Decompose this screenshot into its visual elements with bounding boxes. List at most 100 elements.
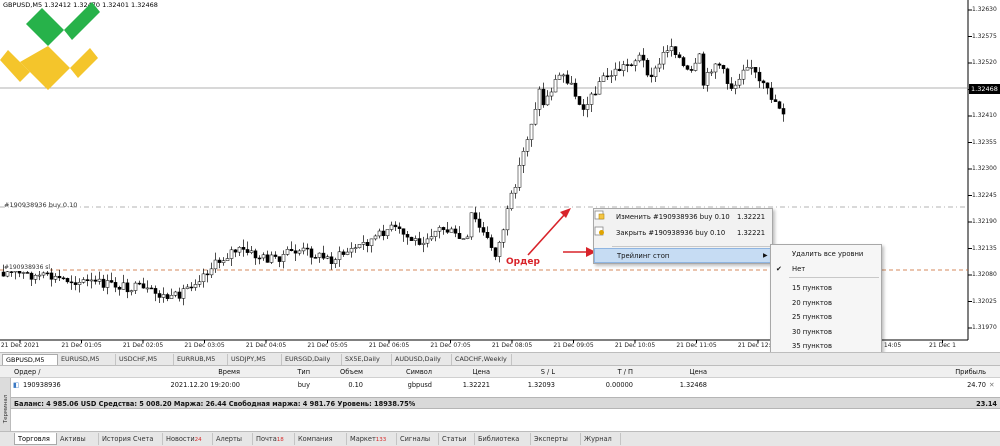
submenu-item[interactable]: Удалить все уровни — [771, 247, 881, 261]
submenu-arrow-icon: ▶ — [763, 252, 768, 259]
price-tick-label: 1.32575 — [972, 32, 997, 40]
candle-body — [281, 254, 286, 262]
context-menu-separator — [612, 246, 770, 247]
candle-body — [657, 63, 662, 69]
symbol-tab[interactable]: CADCHF,Weekly — [452, 354, 512, 365]
candle-body — [25, 272, 30, 274]
column-header[interactable]: Символ — [380, 366, 432, 378]
time-tick-label: 21 Dec 02:05 — [122, 342, 164, 349]
candle-body — [697, 53, 702, 64]
terminal-tab[interactable]: История Счета — [99, 433, 163, 445]
close-position-icon[interactable]: ✕ — [989, 379, 995, 391]
symbol-tab[interactable]: GBPUSD,M5 — [2, 354, 58, 365]
submenu-item-label: Удалить все уровни — [792, 250, 864, 258]
context-item-modify-order[interactable]: Изменить #190938936 buy 0.10 1.32221 — [594, 210, 772, 224]
candle-body — [497, 242, 502, 257]
terminal-tab[interactable]: Журнал — [581, 433, 621, 445]
price-tick-label: 1.31970 — [972, 324, 997, 331]
submenu-item[interactable]: 20 пунктов — [771, 296, 881, 310]
symbol-tab[interactable]: EURSGD,Daily — [282, 354, 342, 365]
arrow-to-order-line — [527, 213, 566, 256]
table-cell: 24.70 — [967, 381, 986, 389]
candle-body — [361, 242, 366, 245]
balance-row: Баланс: 4 985.06 USD Средства: 5 008.20 … — [11, 397, 1000, 409]
context-item-close-order[interactable]: Закрыть #190938936 buy 0.10 1.32221 — [594, 226, 772, 240]
candle-body — [489, 237, 494, 248]
terminal-tab[interactable]: Новости24 — [163, 433, 213, 445]
column-header[interactable]: Цена — [440, 366, 490, 378]
symbol-tab[interactable]: USDCHF,M5 — [116, 354, 174, 365]
terminal-tab[interactable]: Почта18 — [253, 433, 295, 445]
terminal-tab[interactable]: Сигналы — [397, 433, 439, 445]
candle-body — [589, 93, 594, 105]
candle-body — [329, 256, 334, 264]
column-header[interactable]: S / L — [505, 366, 555, 378]
terminal-tab[interactable]: Активы — [57, 433, 99, 445]
table-cell: 0.00000 — [605, 381, 633, 389]
candle-body — [557, 74, 562, 80]
column-header[interactable]: Цена — [655, 366, 707, 378]
candle-body — [701, 53, 706, 86]
candle-body — [677, 54, 682, 58]
terminal-panel: Терминал Ордер / Время Тип Объем Символ Цена S… — [0, 366, 1000, 446]
terminal-tab[interactable]: Алерты — [213, 433, 253, 445]
candle-body — [345, 251, 350, 255]
submenu-item[interactable]: 15 пунктов — [771, 281, 881, 295]
symbol-tab[interactable]: EURUSD,M5 — [58, 354, 116, 365]
price-chart[interactable]: GBPUSD,M5 1.32412 1.32470 1.32401 1.3246… — [0, 0, 1000, 420]
candle-body — [425, 238, 430, 244]
column-header[interactable]: Время — [150, 366, 240, 378]
candle-body — [625, 64, 630, 66]
table-row[interactable]: 190938936 2021.12.20 19:20:00 buy 0.10 gbpus… — [11, 379, 1000, 391]
stoploss-line-label[interactable]: #190938936 sl — [4, 264, 51, 271]
terminal-tab[interactable]: Библиотека — [475, 433, 531, 445]
column-header[interactable]: Тип — [262, 366, 310, 378]
candle-body — [169, 295, 174, 299]
submenu-item[interactable]: 30 пунктов — [771, 325, 881, 339]
candle-body — [713, 63, 718, 73]
terminal-tab-label: Алерты — [216, 435, 243, 443]
candle-body — [629, 64, 634, 66]
price-tick-label: 1.32080 — [972, 271, 997, 278]
metatrader-window: GBPUSD,M5 1.32412 1.32470 1.32401 1.3246… — [0, 0, 1000, 446]
candle-body — [153, 288, 158, 294]
candle-body — [613, 68, 618, 76]
symbol-tab[interactable]: AUDUSD,Daily — [392, 354, 452, 365]
terminal-tab[interactable]: Торговля — [14, 433, 57, 445]
column-header[interactable]: Ордер / — [14, 366, 74, 378]
symbol-tab[interactable]: USDJPY,M5 — [228, 354, 282, 365]
terminal-tab[interactable]: Эксперты — [531, 433, 581, 445]
candle-body — [161, 294, 166, 298]
candle-body — [229, 249, 234, 259]
terminal-tab[interactable]: Компания — [295, 433, 347, 445]
candle-body — [545, 95, 550, 106]
candle-body — [729, 83, 734, 89]
price-tick-label: 1.32135 — [972, 244, 997, 252]
column-header[interactable]: Объем — [315, 366, 363, 378]
candle-body — [469, 212, 474, 238]
candle-body — [529, 123, 534, 140]
submenu-item[interactable]: ✔ Нет — [771, 262, 881, 276]
submenu-item[interactable]: 35 пунктов — [771, 339, 881, 353]
candle-body — [97, 278, 102, 282]
close-order-icon — [594, 226, 604, 236]
context-item-trailing-stop[interactable]: Трейлинг стоп ▶ — [594, 248, 772, 263]
table-cell: 1.32093 — [527, 381, 555, 389]
submenu-item-label: Нет — [792, 264, 806, 273]
candle-body — [717, 63, 722, 66]
terminal-tab-label: Журнал — [584, 435, 612, 443]
order-line-label[interactable]: #190938936 buy 0.10 — [4, 201, 77, 209]
symbol-tab[interactable]: EURRUB,M5 — [174, 354, 228, 365]
candle-body — [505, 208, 510, 231]
candle-body — [737, 78, 742, 86]
terminal-tab[interactable]: Маркет133 — [347, 433, 397, 445]
symbol-tab[interactable]: SX5E,Daily — [342, 354, 392, 365]
terminal-tab[interactable]: Статьи — [439, 433, 475, 445]
candle-body — [421, 242, 426, 245]
price-tick-label: 1.32245 — [972, 191, 997, 199]
column-header[interactable]: Прибыль — [930, 366, 986, 378]
candle-body — [369, 238, 374, 246]
submenu-item[interactable]: 25 пунктов — [771, 310, 881, 324]
column-header[interactable]: Т / П — [575, 366, 633, 378]
candle-body — [665, 50, 670, 53]
